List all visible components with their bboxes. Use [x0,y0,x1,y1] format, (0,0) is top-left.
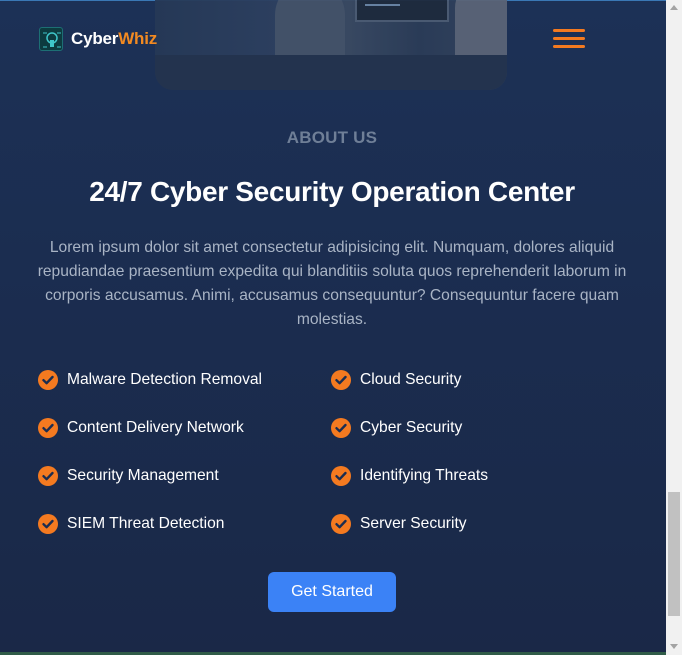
logo[interactable]: CyberWhiz [39,27,157,51]
feature-label: Malware Detection Removal [67,371,262,388]
feature-label: Content Delivery Network [67,419,244,436]
section-eyebrow: ABOUT US [286,128,378,147]
check-circle-icon [38,370,58,390]
check-circle-icon [38,418,58,438]
feature-label: Server Security [360,515,467,532]
feature-label: Identifying Threats [360,467,489,484]
get-started-button[interactable]: Get Started [268,572,396,612]
scroll-down-arrow-icon[interactable] [670,644,678,649]
feature-item: SIEM Threat Detection [38,512,224,536]
feature-item: Content Delivery Network [38,416,244,440]
feature-item: Malware Detection Removal [38,368,262,392]
section-description: Lorem ipsum dolor sit amet consectetur a… [37,239,627,328]
logo-primary: Cyber [71,29,119,48]
logo-accent: Whiz [118,29,158,48]
page: CyberWhiz ABOUT US 24/7 Cyber Security O… [0,0,666,655]
hamburger-menu-icon[interactable] [553,29,585,49]
check-circle-icon [331,370,351,390]
scroll-up-arrow-icon[interactable] [670,5,678,10]
feature-item: Cyber Security [331,416,462,440]
feature-label: Cyber Security [360,419,463,436]
feature-item: Security Management [38,464,219,488]
scrollbar-thumb[interactable] [668,492,680,616]
feature-label: Cloud Security [360,371,462,388]
feature-item: Cloud Security [331,368,461,392]
feature-label: SIEM Threat Detection [67,515,225,532]
check-circle-icon [38,514,58,534]
desk [155,55,507,90]
section-title: 24/7 Cyber Security Operation Center [89,176,575,207]
feature-item: Identifying Threats [331,464,488,488]
check-circle-icon [331,466,351,486]
feature-item: Server Security [331,512,467,536]
shield-lock-icon [39,27,63,51]
check-circle-icon [38,466,58,486]
logo-text: CyberWhiz [71,29,157,49]
hero-image [155,0,507,90]
check-circle-icon [331,514,351,534]
feature-label: Security Management [67,467,219,484]
vertical-scrollbar[interactable] [666,0,682,655]
monitor [355,0,449,22]
check-circle-icon [331,418,351,438]
